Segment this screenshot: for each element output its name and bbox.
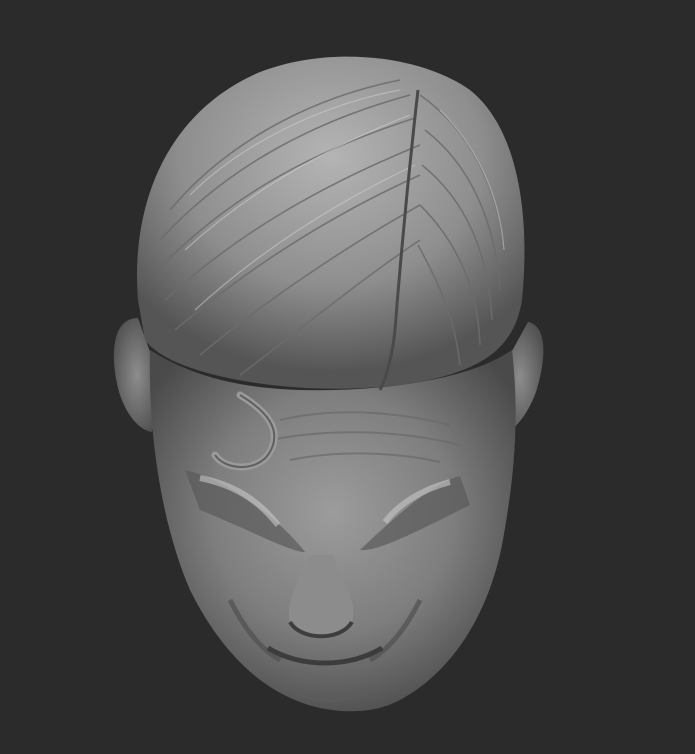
hair — [137, 56, 525, 389]
sculpt-viewport[interactable] — [0, 0, 695, 754]
face — [149, 350, 516, 712]
head-sculpt — [113, 56, 544, 712]
